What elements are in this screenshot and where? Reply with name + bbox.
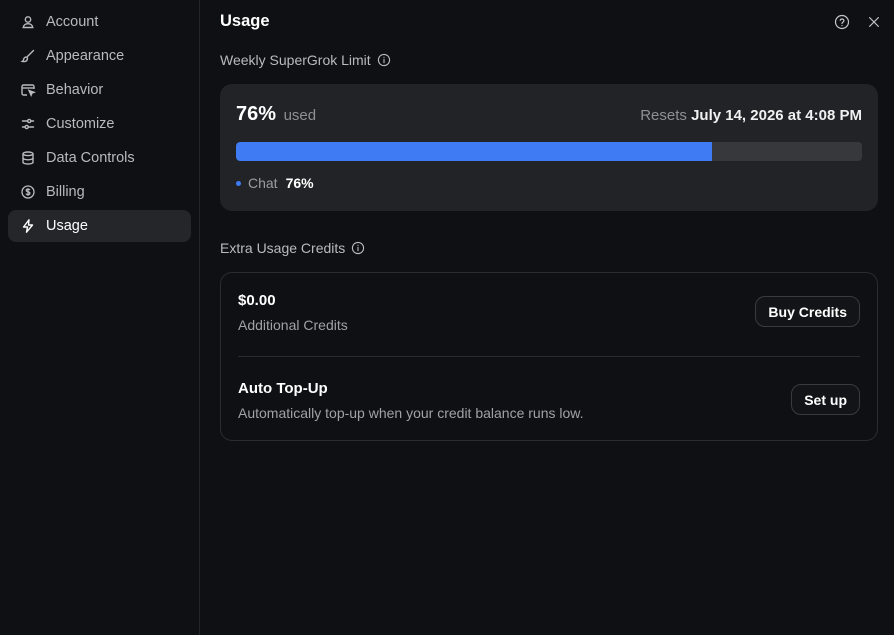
dollar-circle-icon — [20, 184, 36, 200]
auto-topup-description: Automatically top-up when your credit ba… — [238, 405, 584, 421]
close-icon[interactable] — [866, 14, 882, 30]
help-icon[interactable] — [834, 14, 850, 30]
usage-percent-suffix: used — [283, 107, 317, 124]
usage-percent: 76% used — [236, 103, 316, 126]
settings-sidebar: Account Appearance Behavior Customize Da… — [0, 0, 200, 635]
sidebar-item-label: Customize — [46, 116, 115, 132]
user-icon — [20, 14, 36, 30]
legend-value: 76% — [285, 175, 314, 191]
legend-dot — [236, 180, 241, 186]
weekly-limit-label-text: Weekly SuperGrok Limit — [220, 52, 371, 68]
weekly-limit-card: 76% used Resets July 14, 2026 at 4:08 PM… — [220, 84, 878, 211]
sidebar-item-billing[interactable]: Billing — [8, 176, 191, 208]
reset-time: Resets July 14, 2026 at 4:08 PM — [640, 107, 862, 124]
sidebar-item-usage[interactable]: Usage — [8, 210, 191, 242]
sidebar-item-label: Data Controls — [46, 150, 135, 166]
usage-progress-fill — [236, 142, 712, 161]
sidebar-item-data-controls[interactable]: Data Controls — [8, 142, 191, 174]
weekly-limit-label: Weekly SuperGrok Limit — [220, 52, 391, 68]
sidebar-item-behavior[interactable]: Behavior — [8, 74, 191, 106]
credits-subtitle: Additional Credits — [238, 317, 348, 333]
sidebar-item-appearance[interactable]: Appearance — [8, 40, 191, 72]
extra-credits-label-text: Extra Usage Credits — [220, 240, 346, 256]
info-icon[interactable] — [351, 241, 365, 255]
brush-icon — [20, 48, 36, 64]
panel-controls — [834, 14, 882, 30]
sidebar-item-label: Appearance — [46, 48, 125, 64]
extra-credits-label: Extra Usage Credits — [220, 240, 365, 256]
usage-percent-value: 76% — [236, 103, 277, 125]
reset-prefix: Resets — [640, 107, 687, 124]
auto-topup-title: Auto Top-Up — [238, 380, 328, 397]
usage-panel: Usage Weekly SuperGrok Limit 76% used Re… — [201, 0, 894, 635]
page-title: Usage — [220, 12, 270, 30]
reset-date: July 14, 2026 at 4:08 PM — [691, 107, 862, 124]
sidebar-item-customize[interactable]: Customize — [8, 108, 191, 140]
lightning-icon — [20, 218, 36, 234]
extra-credits-card: $0.00 Additional Credits Buy Credits Aut… — [220, 272, 878, 441]
sidebar-item-label: Billing — [46, 184, 85, 200]
sidebar-item-label: Behavior — [46, 82, 104, 98]
usage-legend: Chat 76% — [236, 175, 314, 191]
credits-amount: $0.00 — [238, 292, 276, 309]
legend-label: Chat — [248, 175, 278, 191]
database-icon — [20, 150, 36, 166]
sidebar-item-label: Usage — [46, 218, 88, 234]
info-icon[interactable] — [377, 53, 391, 67]
sliders-icon — [20, 116, 36, 132]
window-cursor-icon — [20, 82, 36, 98]
divider — [238, 356, 860, 357]
usage-progress-bar — [236, 142, 862, 161]
sidebar-item-label: Account — [46, 14, 99, 30]
buy-credits-button[interactable]: Buy Credits — [755, 296, 860, 327]
sidebar-item-account[interactable]: Account — [8, 6, 191, 38]
set-up-button[interactable]: Set up — [791, 384, 860, 415]
